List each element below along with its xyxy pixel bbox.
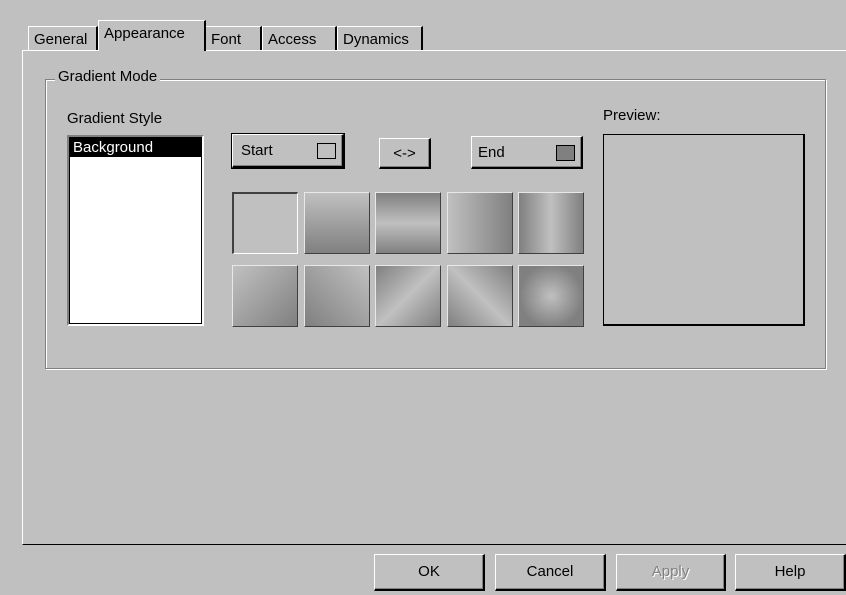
tab-appearance-label: Appearance — [104, 25, 185, 42]
tab-access-label: Access — [268, 31, 317, 48]
end-color-button[interactable]: End — [471, 136, 583, 169]
help-button-label: Help — [774, 563, 806, 580]
gradient-tile-horizontal-right[interactable] — [447, 192, 513, 254]
ok-button[interactable]: OK — [374, 554, 485, 591]
gradient-tile-radial[interactable] — [518, 265, 584, 327]
gradient-mode-title: Gradient Mode — [55, 68, 161, 85]
list-item-background[interactable]: Background — [70, 138, 201, 157]
gradient-tile-solid[interactable] — [232, 192, 298, 254]
end-color-swatch — [556, 145, 575, 161]
swap-colors-button[interactable]: <-> — [379, 138, 431, 169]
tab-appearance[interactable]: Appearance — [98, 20, 206, 51]
tab-general-label: General — [34, 31, 88, 48]
start-button-label: Start — [241, 142, 273, 159]
gradient-style-label: Gradient Style — [67, 110, 163, 127]
tab-font[interactable]: Font — [205, 26, 262, 50]
gradient-tile-vertical-down[interactable] — [304, 192, 370, 254]
apply-button-label: Apply — [651, 563, 690, 580]
ok-button-label: OK — [418, 563, 440, 580]
gradient-tile-diagonal-mirror-down[interactable] — [375, 265, 441, 327]
cancel-button[interactable]: Cancel — [495, 554, 606, 591]
tab-dynamics-label: Dynamics — [343, 31, 409, 48]
gradient-tile-vertical-mirror[interactable] — [375, 192, 441, 254]
gradient-tile-diagonal-down[interactable] — [232, 265, 298, 327]
preview-area — [603, 134, 805, 326]
preview-label: Preview: — [603, 107, 661, 124]
start-color-button[interactable]: Start — [231, 133, 345, 169]
tab-access[interactable]: Access — [262, 26, 337, 50]
cancel-button-label: Cancel — [526, 563, 574, 580]
tab-general[interactable]: General — [28, 26, 98, 50]
gradient-tile-diagonal-up[interactable] — [304, 265, 370, 327]
gradient-tile-diagonal-mirror-up[interactable] — [447, 265, 513, 327]
start-color-swatch — [317, 143, 336, 159]
help-button[interactable]: Help — [735, 554, 846, 591]
gradient-style-listbox[interactable]: Background — [67, 135, 204, 326]
tab-font-label: Font — [211, 31, 242, 48]
tab-dynamics[interactable]: Dynamics — [337, 26, 423, 50]
end-button-label: End — [478, 144, 505, 161]
apply-button[interactable]: Apply — [616, 554, 726, 591]
swap-button-label: <-> — [393, 145, 416, 162]
gradient-tile-horizontal-mirror[interactable] — [518, 192, 584, 254]
